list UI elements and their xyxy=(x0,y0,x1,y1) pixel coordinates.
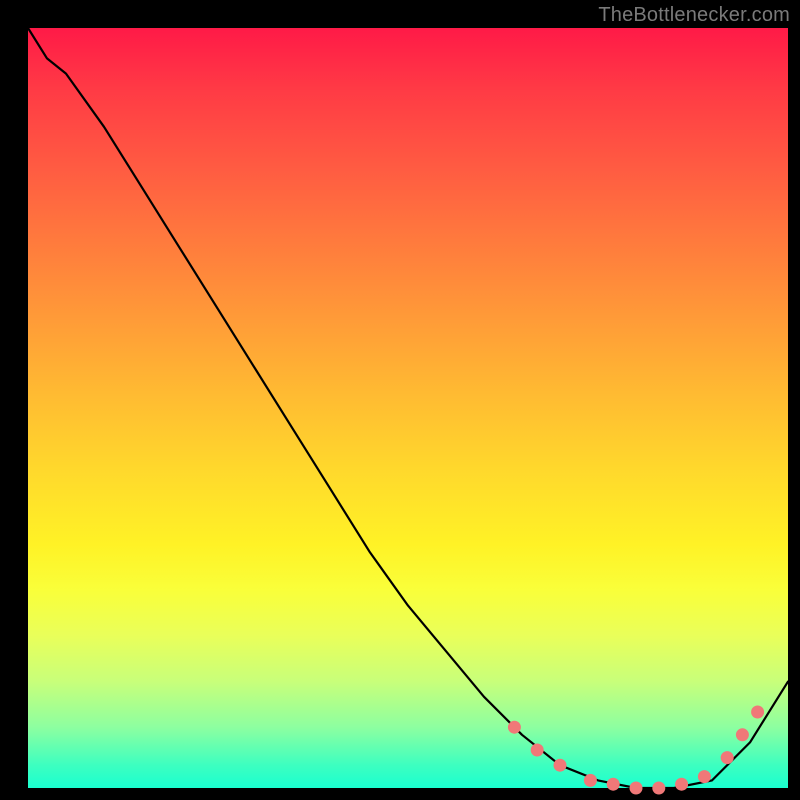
marker-dot xyxy=(721,751,734,764)
marker-dot xyxy=(736,728,749,741)
marker-dots xyxy=(508,706,764,795)
source-attribution: TheBottlenecker.com xyxy=(598,4,790,27)
marker-dot xyxy=(751,706,764,719)
marker-dot xyxy=(630,782,643,795)
plot-area xyxy=(28,28,788,788)
marker-dot xyxy=(531,744,544,757)
marker-dot xyxy=(675,778,688,791)
marker-dot xyxy=(652,782,665,795)
marker-dot xyxy=(607,778,620,791)
marker-dot xyxy=(508,721,521,734)
chart-overlay xyxy=(28,28,788,788)
chart-root: TheBottlenecker.com xyxy=(0,0,800,800)
marker-dot xyxy=(584,774,597,787)
marker-dot xyxy=(698,770,711,783)
bottleneck-curve xyxy=(28,28,788,788)
marker-dot xyxy=(554,759,567,772)
